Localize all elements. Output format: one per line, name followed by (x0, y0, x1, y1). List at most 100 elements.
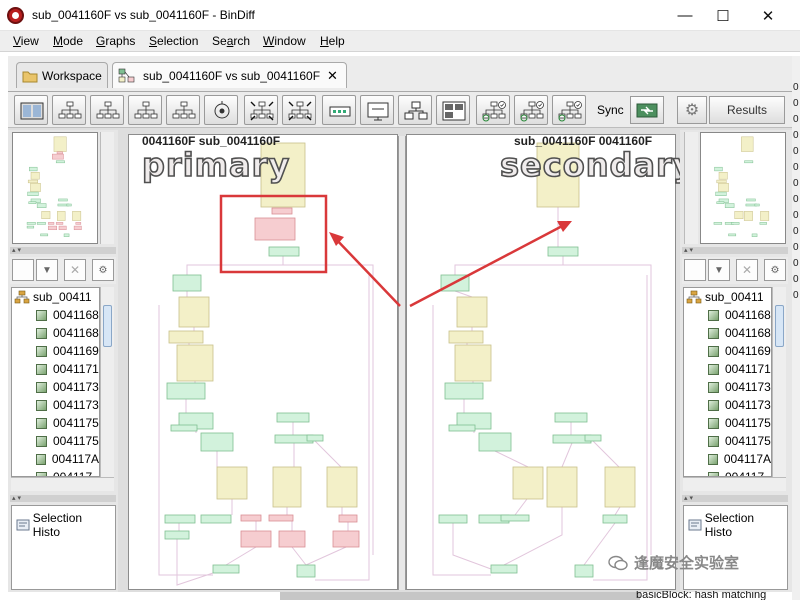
primary-basic-block[interactable] (306, 434, 324, 442)
secondary-tree-item[interactable]: 0041173 (684, 396, 771, 414)
secondary-basic-block[interactable] (512, 466, 544, 500)
primary-graph-overview[interactable] (12, 132, 98, 244)
primary-basic-block[interactable] (200, 432, 234, 452)
toolbar-button-11[interactable] (398, 95, 432, 125)
primary-tree-item[interactable]: 0041175 (12, 432, 99, 450)
tab-diff-view[interactable]: sub_0041160F vs sub_0041160F ✕ (112, 62, 347, 88)
secondary-graph-overview[interactable] (700, 132, 786, 244)
toolbar-button-3[interactable] (90, 95, 124, 125)
toolbar-button-15[interactable] (552, 95, 586, 125)
primary-tree-item[interactable]: 0041168 (12, 324, 99, 342)
secondary-split-handle-2[interactable]: ▴▾ (682, 495, 788, 502)
secondary-basic-block[interactable] (547, 246, 579, 257)
primary-basic-block[interactable] (166, 382, 206, 400)
primary-basic-block[interactable] (271, 207, 293, 215)
primary-tree-root[interactable]: sub_00411 (12, 288, 99, 306)
primary-basic-block[interactable] (176, 344, 214, 382)
secondary-basic-block[interactable] (490, 564, 518, 574)
primary-basic-block[interactable] (200, 514, 232, 524)
toolbar-button-14[interactable] (514, 95, 548, 125)
secondary-tree-item[interactable]: 0041173 (684, 378, 771, 396)
secondary-basic-block[interactable] (602, 514, 628, 524)
primary-split-handle[interactable]: ▴▾ (10, 247, 116, 254)
secondary-overview-scrollbar[interactable] (684, 132, 698, 244)
primary-split-handle-2[interactable]: ▴▾ (10, 495, 116, 502)
secondary-tree-scrollbar[interactable] (772, 287, 786, 477)
secondary-tree-hscrollbar[interactable] (683, 477, 786, 491)
toolbar-button-8[interactable] (282, 95, 316, 125)
primary-tree-item[interactable]: 004117 (12, 468, 99, 476)
secondary-split-handle[interactable]: ▴▾ (682, 247, 788, 254)
primary-tree-hscrollbar[interactable] (11, 477, 114, 491)
primary-basic-block[interactable] (240, 514, 262, 522)
primary-basic-block[interactable] (332, 530, 360, 548)
toolbar-button-2[interactable] (52, 95, 86, 125)
secondary-basic-block[interactable] (604, 466, 636, 508)
primary-tree-clear-button[interactable]: ✕ (64, 259, 86, 281)
secondary-basic-block[interactable] (456, 296, 488, 328)
menu-selection[interactable]: Selection (149, 34, 198, 48)
secondary-basic-block[interactable] (444, 382, 484, 400)
primary-basic-block[interactable] (272, 466, 302, 508)
primary-basic-block[interactable] (178, 296, 210, 328)
toolbar-button-6[interactable] (204, 95, 238, 125)
primary-tree-item[interactable]: 0041175 (12, 414, 99, 432)
secondary-basic-block[interactable] (546, 466, 578, 508)
secondary-basic-block[interactable] (438, 514, 468, 524)
secondary-tree-item[interactable]: 0041168 (684, 324, 771, 342)
primary-basic-block[interactable] (240, 530, 272, 548)
secondary-tree-item[interactable]: 0041175 (684, 414, 771, 432)
primary-basic-block[interactable] (254, 217, 296, 241)
secondary-basic-block[interactable] (478, 432, 512, 452)
secondary-graph-pane[interactable] (406, 134, 676, 590)
primary-tree-view-button[interactable] (12, 259, 34, 281)
primary-overview-scrollbar[interactable] (100, 132, 114, 244)
toolbar-button-4[interactable] (128, 95, 162, 125)
primary-basic-block[interactable] (172, 274, 202, 292)
toolbar-button-7[interactable] (244, 95, 278, 125)
secondary-flow-graph[interactable] (407, 135, 675, 589)
primary-flow-graph[interactable] (129, 135, 397, 589)
secondary-tree-root[interactable]: sub_00411 (684, 288, 771, 306)
secondary-tree-item[interactable]: 004117 (684, 468, 771, 476)
secondary-tree-settings-button[interactable]: ⚙ (764, 259, 786, 281)
primary-tree-item[interactable]: 0041171 (12, 360, 99, 378)
primary-basic-block[interactable] (268, 246, 300, 257)
secondary-basic-block[interactable] (448, 424, 476, 432)
close-tab-icon[interactable]: ✕ (327, 68, 338, 84)
graph-splitter[interactable] (398, 136, 406, 590)
menu-graphs[interactable]: Graphs (96, 34, 135, 48)
secondary-basic-block[interactable] (574, 564, 594, 578)
secondary-basic-block[interactable] (454, 344, 492, 382)
secondary-tree-item[interactable]: 004117A (684, 450, 771, 468)
primary-basic-block[interactable] (164, 530, 190, 540)
settings-button[interactable]: ⚙ (677, 96, 707, 124)
menu-window[interactable]: Window (263, 34, 306, 48)
secondary-tree-item[interactable]: 0041168 (684, 306, 771, 324)
primary-basic-block[interactable] (170, 424, 198, 432)
secondary-tree-dropdown[interactable]: ▼ (708, 259, 730, 281)
toolbar-button-9[interactable] (322, 95, 356, 125)
secondary-tree-item[interactable]: 0041169 (684, 342, 771, 360)
secondary-basic-block[interactable] (500, 514, 530, 522)
primary-tree-item[interactable]: 0041168 (12, 306, 99, 324)
close-window-button[interactable]: ✕ (745, 0, 791, 31)
secondary-basic-block[interactable] (448, 330, 484, 344)
primary-tree-dropdown[interactable]: ▼ (36, 259, 58, 281)
secondary-basic-block[interactable] (554, 412, 588, 423)
menu-view[interactable]: View (13, 34, 39, 48)
menu-mode[interactable]: Mode (53, 34, 83, 48)
primary-basic-block[interactable] (212, 564, 240, 574)
primary-tree-item[interactable]: 004117A (12, 450, 99, 468)
results-button[interactable]: Results (709, 96, 785, 124)
secondary-tree-scroll-thumb[interactable] (775, 305, 784, 347)
secondary-tree-view-button[interactable] (684, 259, 706, 281)
primary-basic-block[interactable] (216, 466, 248, 500)
primary-tree-scroll-thumb[interactable] (103, 305, 112, 347)
sync-button[interactable] (630, 96, 664, 124)
primary-tree-item[interactable]: 0041169 (12, 342, 99, 360)
primary-basic-block[interactable] (326, 466, 358, 508)
primary-basic-block[interactable] (276, 412, 310, 423)
primary-tree-settings-button[interactable]: ⚙ (92, 259, 114, 281)
secondary-basic-block[interactable] (584, 434, 602, 442)
